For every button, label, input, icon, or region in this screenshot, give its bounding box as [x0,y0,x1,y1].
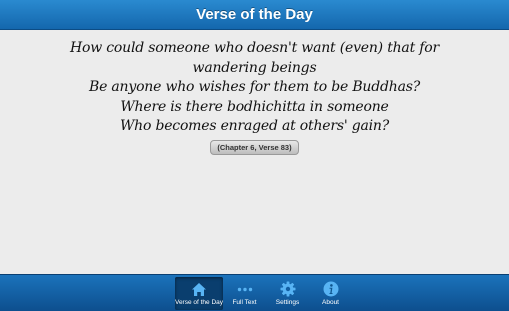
tab-label: Settings [275,299,300,306]
verse-line: Where is there bodhichitta in someone [120,98,389,115]
bottom-tab-bar: Verse of the Day Full Text Settings Abou… [0,274,509,311]
more-dots-icon [237,281,253,297]
gear-icon [280,281,296,297]
tab-label: Full Text [232,299,257,306]
tab-verse-of-the-day[interactable]: Verse of the Day [175,277,223,310]
tab-label: Verse of the Day [174,299,224,306]
tab-about[interactable]: About [309,277,352,310]
tab-full-text[interactable]: Full Text [223,277,266,310]
tab-settings[interactable]: Settings [266,277,309,310]
info-icon [323,281,339,297]
verse-line: wandering beings [192,59,317,76]
verse-line: Be anyone who wishes for them to be Budd… [88,79,421,95]
verse-line: Who becomes enraged at others' gain? [119,118,390,134]
verse-reference-badge: (Chapter 6, Verse 83) [210,139,299,155]
title-bar: Verse of the Day [0,0,509,30]
page-title: Verse of the Day [196,6,313,23]
verse-line: How could someone who doesn't want (even… [70,40,439,56]
home-icon [191,281,207,297]
verse-text: How could someone who doesn't want (even… [0,39,509,137]
tab-label: About [322,299,339,306]
verse-panel: How could someone who doesn't want (even… [0,30,509,274]
